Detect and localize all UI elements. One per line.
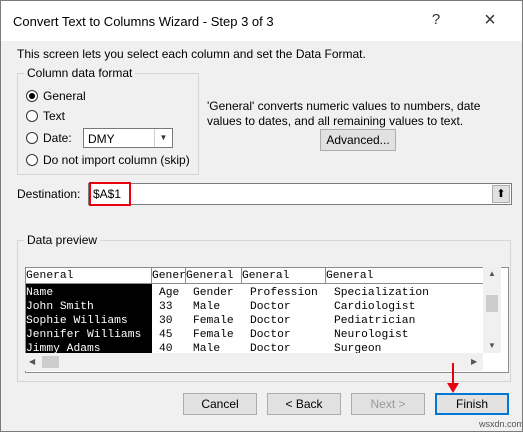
title-bar: Convert Text to Columns Wizard - Step 3 … <box>1 1 522 41</box>
finish-button[interactable]: Finish <box>437 395 507 413</box>
preview-cell: 45 <box>159 329 173 341</box>
back-button[interactable]: < Back <box>267 393 341 415</box>
close-button[interactable]: × <box>475 7 505 33</box>
preview-cell: Male <box>193 301 221 313</box>
pointer-arrow-icon <box>447 363 459 393</box>
radio-general[interactable]: General <box>26 88 86 104</box>
intro-text: This screen lets you select each column … <box>17 47 366 61</box>
group-title: Data preview <box>24 233 101 247</box>
destination-label: Destination: <box>17 187 81 201</box>
column-data-format-group: Column data format General Text Date: DM… <box>17 66 199 175</box>
scroll-up-icon[interactable]: ▲ <box>488 269 496 278</box>
scroll-thumb[interactable] <box>486 295 498 312</box>
radio-label-skip: Do not import column (skip) <box>43 153 190 167</box>
preview-cell: Female <box>193 315 234 327</box>
vertical-scrollbar[interactable]: ▲ ▼ <box>483 267 501 353</box>
column-header[interactable]: General <box>326 268 484 284</box>
preview-cell: Pediatrician <box>334 315 416 327</box>
radio-icon[interactable] <box>26 110 38 122</box>
scroll-right-icon[interactable]: ▶ <box>471 357 477 366</box>
radio-label-text: Text <box>43 109 66 123</box>
preview-cell: Doctor <box>250 301 291 313</box>
format-description: 'General' converts numeric values to num… <box>207 99 481 128</box>
date-format-select[interactable]: DMY ▼ <box>83 128 173 148</box>
scroll-left-icon[interactable]: ◀ <box>29 357 35 366</box>
radio-label-general: General <box>43 89 86 103</box>
preview-cell: Female <box>193 329 234 341</box>
radio-text[interactable]: Text <box>26 108 65 124</box>
finish-button-frame[interactable]: Finish <box>435 393 509 415</box>
selected-column[interactable]: Name John Smith Sophie Williams Jennifer… <box>26 284 152 356</box>
preview-cell: Age <box>159 287 180 299</box>
advanced-button[interactable]: Advanced... <box>320 129 396 151</box>
radio-selected-icon[interactable] <box>26 90 38 102</box>
radio-icon[interactable] <box>26 132 38 144</box>
preview-cell: Sophie Williams <box>26 315 128 327</box>
radio-skip[interactable]: Do not import column (skip) <box>26 152 190 168</box>
preview-cell: Neurologist <box>334 329 409 341</box>
destination-highlight <box>89 182 131 206</box>
preview-cell: Profession <box>250 287 318 299</box>
column-header[interactable]: General <box>26 268 152 284</box>
column-header[interactable]: General <box>242 268 326 284</box>
horizontal-scrollbar[interactable]: ◀ ▶ <box>25 353 483 371</box>
watermark: wsxdn.com <box>479 419 523 429</box>
wizard-dialog: Convert Text to Columns Wizard - Step 3 … <box>0 0 523 432</box>
next-button[interactable]: Next > <box>351 393 425 415</box>
help-button[interactable]: ? <box>421 7 451 33</box>
preview-cell: Gender <box>193 287 234 299</box>
scroll-thumb[interactable] <box>42 356 59 368</box>
preview-cell: Specialization <box>334 287 429 299</box>
chevron-down-icon[interactable]: ▼ <box>154 129 172 147</box>
preview-cell: Jennifer Williams <box>26 329 142 341</box>
preview-cell: Cardiologist <box>334 301 416 313</box>
radio-label-date: Date: <box>43 131 72 145</box>
group-title: Column data format <box>24 66 136 80</box>
radio-icon[interactable] <box>26 154 38 166</box>
date-format-value: DMY <box>88 132 115 146</box>
scroll-down-icon[interactable]: ▼ <box>488 341 496 350</box>
preview-cell: John Smith <box>26 301 94 313</box>
cancel-button[interactable]: Cancel <box>183 393 257 415</box>
preview-cell: Doctor <box>250 329 291 341</box>
preview-cell: 33 <box>159 301 173 313</box>
radio-date[interactable]: Date: <box>26 130 72 146</box>
preview-cell: Name <box>26 287 54 299</box>
preview-cell: Doctor <box>250 315 291 327</box>
preview-cell: 30 <box>159 315 173 327</box>
column-header[interactable]: General <box>186 268 242 284</box>
dialog-title: Convert Text to Columns Wizard - Step 3 … <box>13 14 274 29</box>
column-header[interactable]: Gener <box>152 268 186 284</box>
destination-field[interactable]: $A$1 ⬆ <box>88 182 512 206</box>
collapse-dialog-icon[interactable]: ⬆ <box>492 185 510 203</box>
